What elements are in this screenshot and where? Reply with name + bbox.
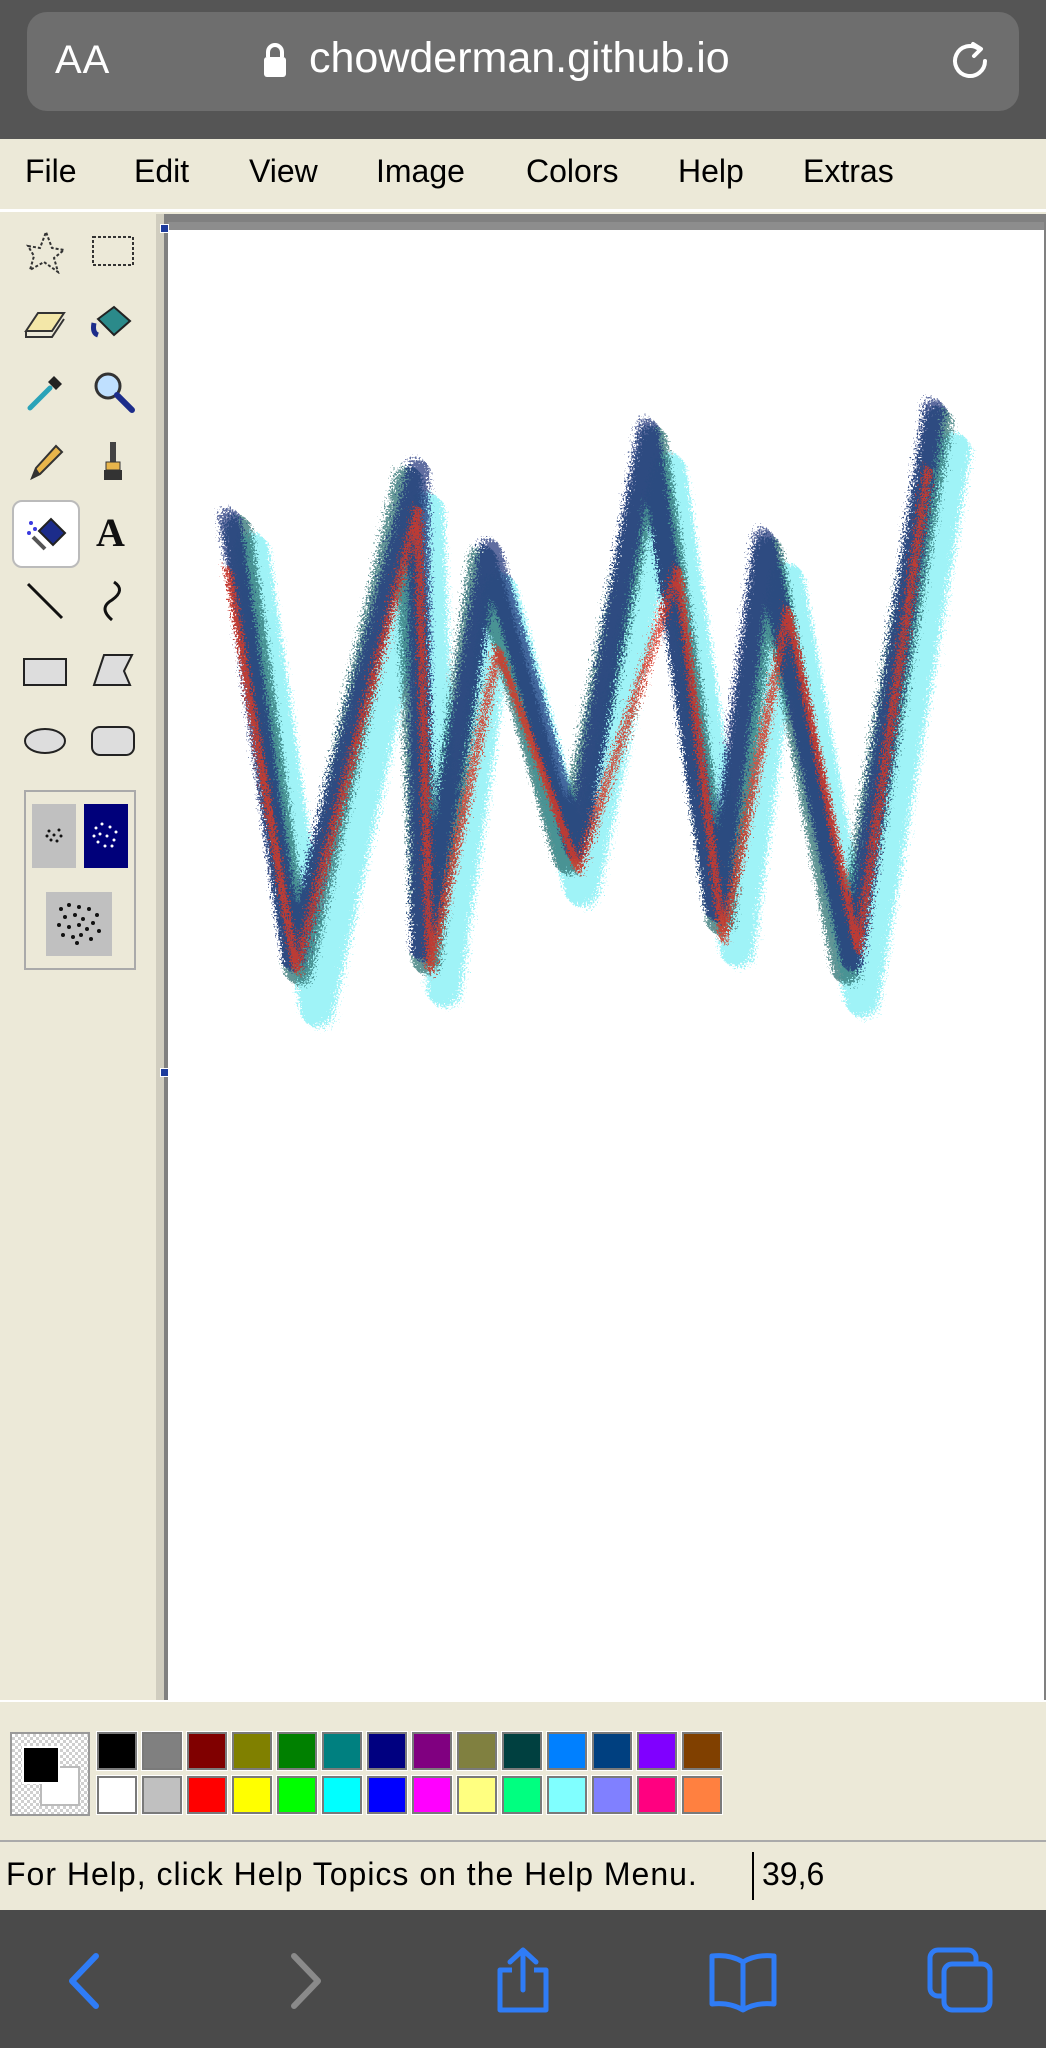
brush-icon[interactable] [82, 430, 144, 492]
magnifier-icon[interactable] [82, 360, 144, 422]
canvas-top-edge [168, 222, 1044, 230]
bookmarks-icon[interactable] [708, 1946, 778, 2016]
color-swatch[interactable] [276, 1775, 318, 1815]
color-swatch[interactable] [456, 1775, 498, 1815]
fill-bucket-icon[interactable] [82, 290, 144, 352]
color-swatch[interactable] [276, 1731, 318, 1771]
color-palette [0, 1700, 1046, 1842]
color-swatch[interactable] [186, 1775, 228, 1815]
resize-handle-side[interactable] [160, 1068, 169, 1077]
menu-image[interactable]: Image [376, 153, 465, 190]
airbrush-size-small[interactable] [32, 804, 76, 868]
color-swatch[interactable] [501, 1731, 543, 1771]
eraser-icon[interactable] [14, 290, 76, 352]
lock-icon [264, 43, 286, 77]
menu-colors[interactable]: Colors [526, 153, 618, 190]
pencil-icon[interactable] [14, 430, 76, 492]
color-swatch[interactable] [141, 1731, 183, 1771]
ellipse-icon[interactable] [14, 710, 76, 772]
menu-view[interactable]: View [249, 153, 318, 190]
eyedropper-icon[interactable] [14, 360, 76, 422]
airbrush-icon[interactable] [12, 500, 80, 568]
text-icon[interactable]: A [82, 500, 144, 562]
color-swatch[interactable] [636, 1731, 678, 1771]
cursor-coordinates: 39,6 [762, 1856, 825, 1892]
color-swatch[interactable] [321, 1775, 363, 1815]
color-swatch[interactable] [546, 1731, 588, 1771]
canvas-drawing [219, 399, 971, 1027]
forward-icon[interactable] [268, 1946, 338, 2016]
color-swatch[interactable] [636, 1775, 678, 1815]
tool-options [24, 790, 136, 970]
toolbox: A [0, 214, 156, 1700]
menu-file[interactable]: File [25, 153, 77, 190]
color-swatch[interactable] [411, 1731, 453, 1771]
color-swatch[interactable] [501, 1775, 543, 1815]
status-divider [752, 1852, 754, 1900]
color-swatch[interactable] [591, 1775, 633, 1815]
line-icon[interactable] [14, 570, 76, 632]
current-colors [10, 1732, 90, 1816]
color-swatch[interactable] [186, 1731, 228, 1771]
rectangle-icon[interactable] [14, 640, 76, 702]
address-bar[interactable]: AA chowderman.github.io [27, 12, 1019, 111]
color-swatch[interactable] [456, 1731, 498, 1771]
color-swatch[interactable] [96, 1775, 138, 1815]
resize-handle-top[interactable] [160, 224, 169, 233]
back-icon[interactable] [52, 1946, 122, 2016]
url-text[interactable]: chowderman.github.io [309, 34, 730, 83]
airbrush-size-large[interactable] [46, 892, 112, 956]
color-swatch[interactable] [231, 1731, 273, 1771]
free-form-select-icon[interactable] [14, 220, 76, 282]
color-swatch[interactable] [96, 1731, 138, 1771]
reload-icon[interactable] [947, 38, 993, 84]
menu-edit[interactable]: Edit [134, 153, 189, 190]
polygon-icon[interactable] [82, 640, 144, 702]
color-swatch[interactable] [591, 1731, 633, 1771]
menu-extras[interactable]: Extras [803, 153, 894, 190]
drawing-canvas[interactable] [168, 230, 1044, 1700]
svg-text:A: A [96, 510, 125, 554]
color-swatch[interactable] [321, 1731, 363, 1771]
color-swatch[interactable] [231, 1775, 273, 1815]
browser-top-bar: AA chowderman.github.io [0, 0, 1046, 139]
color-swatch[interactable] [411, 1775, 453, 1815]
browser-bottom-bar [0, 1910, 1046, 2048]
color-swatch[interactable] [681, 1731, 723, 1771]
color-swatch[interactable] [366, 1731, 408, 1771]
share-icon[interactable] [488, 1946, 558, 2016]
curve-icon[interactable] [82, 570, 144, 632]
status-help-text: For Help, click Help Topics on the Help … [6, 1856, 698, 1892]
canvas-edge [156, 214, 164, 1700]
text-size-button[interactable]: AA [55, 38, 110, 83]
rect-select-icon[interactable] [82, 220, 144, 282]
menu-help[interactable]: Help [678, 153, 744, 190]
airbrush-size-medium[interactable] [84, 804, 128, 868]
color-swatch[interactable] [366, 1775, 408, 1815]
color-swatch[interactable] [681, 1775, 723, 1815]
color-swatch[interactable] [141, 1775, 183, 1815]
tabs-icon[interactable] [926, 1946, 996, 2016]
rounded-rect-icon[interactable] [82, 710, 144, 772]
color-swatch[interactable] [546, 1775, 588, 1815]
menu-bar: File Edit View Image Colors Help Extras [0, 139, 1046, 212]
status-bar: For Help, click Help Topics on the Help … [0, 1840, 1046, 1912]
foreground-color[interactable] [22, 1746, 60, 1784]
